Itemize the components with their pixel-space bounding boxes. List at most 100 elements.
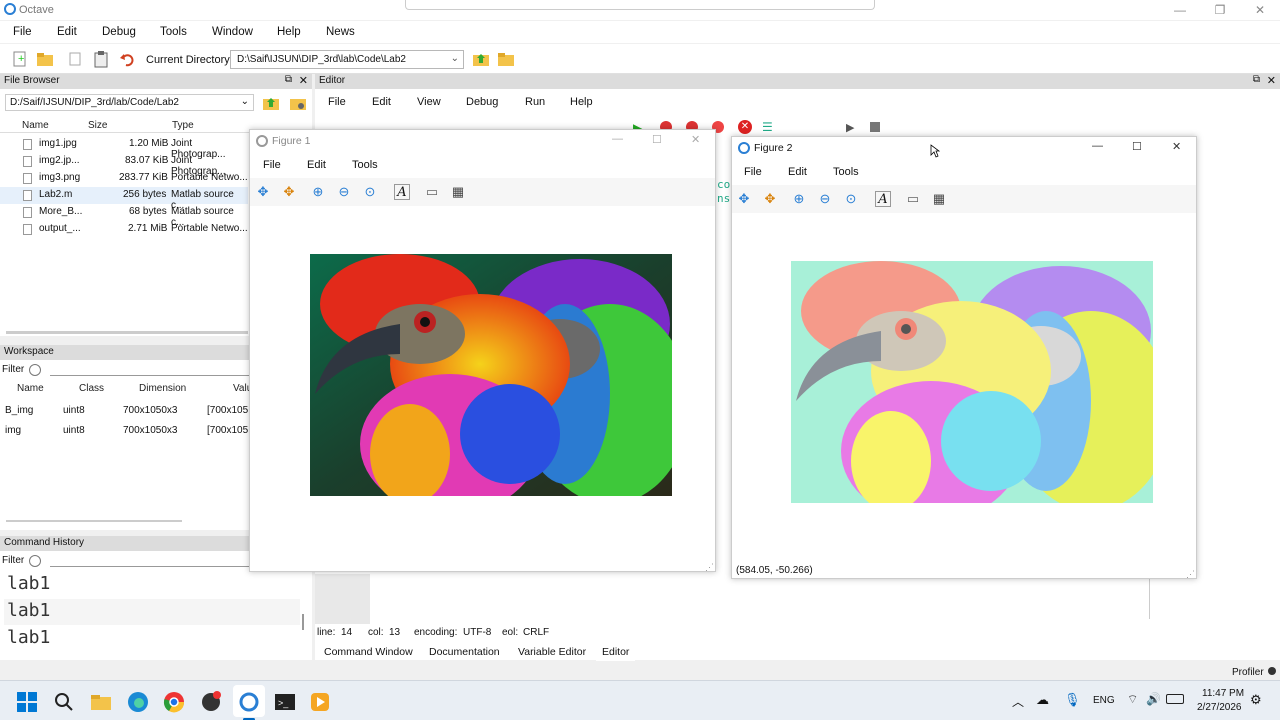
pan-icon[interactable]: ✥ bbox=[255, 184, 271, 200]
zoom-in-icon[interactable]: ⊕ bbox=[791, 191, 807, 207]
workspace-filter-checkbox[interactable] bbox=[29, 364, 41, 376]
settings-gear-icon[interactable]: ⚙ bbox=[1250, 692, 1262, 708]
stop-icon[interactable] bbox=[870, 122, 880, 132]
zoom-out-icon[interactable]: ⊖ bbox=[817, 191, 833, 207]
axes-icon[interactable]: ▭ bbox=[905, 191, 921, 207]
file-browser-path-combobox[interactable]: D:/Saif/IJSUN/DIP_3rd/lab/Code/Lab2 ⌄ bbox=[5, 94, 254, 111]
rotate-icon[interactable]: ✥ bbox=[281, 184, 297, 200]
scrollbar[interactable] bbox=[6, 520, 182, 522]
file-row[interactable]: img3.png 283.77 KiB Portable Netwo... bbox=[0, 170, 248, 187]
axes-icon[interactable]: ▭ bbox=[424, 184, 440, 200]
ws-col-dimension[interactable]: Dimension bbox=[139, 383, 186, 394]
current-dir-combobox[interactable]: D:\Saif\IJSUN\DIP_3rd\lab\Code\Lab2 ⌄ bbox=[230, 50, 464, 69]
menu-tools[interactable]: Tools bbox=[160, 26, 187, 38]
fig1-menu-tools[interactable]: Tools bbox=[352, 159, 378, 171]
col-size[interactable]: Size bbox=[88, 120, 107, 131]
maximize-button[interactable]: ☐ bbox=[1132, 140, 1142, 153]
chevron-up-icon[interactable]: ︿ bbox=[1012, 693, 1024, 710]
history-filter-input[interactable] bbox=[50, 566, 250, 567]
cloud-icon[interactable]: ☁ bbox=[1036, 692, 1049, 708]
wifi-icon[interactable]: ⌔ bbox=[1127, 692, 1138, 707]
maximize-button[interactable]: ☐ bbox=[652, 133, 662, 146]
remove-breakpoints-icon[interactable]: ✕ bbox=[738, 120, 752, 134]
history-filter-checkbox[interactable] bbox=[29, 555, 41, 567]
file-row[interactable]: output_... 2.71 MiB Portable Netwo... bbox=[0, 221, 248, 238]
language-indicator[interactable]: ENG bbox=[1093, 695, 1115, 706]
editor-menu-edit[interactable]: Edit bbox=[372, 96, 391, 108]
edge-browser-icon[interactable] bbox=[127, 691, 149, 713]
fig1-menu-file[interactable]: File bbox=[263, 159, 281, 171]
minimize-button[interactable]: — bbox=[612, 133, 623, 145]
minimize-button[interactable]: — bbox=[1160, 2, 1200, 20]
close-button[interactable]: ✕ bbox=[1172, 140, 1181, 153]
col-type[interactable]: Type bbox=[172, 120, 194, 131]
text-tool-icon[interactable]: A bbox=[394, 184, 410, 200]
parent-folder-icon[interactable] bbox=[262, 94, 280, 112]
copy-icon[interactable] bbox=[66, 50, 84, 68]
editor-menu-debug[interactable]: Debug bbox=[466, 96, 498, 108]
volume-icon[interactable]: 🔊 bbox=[1146, 692, 1161, 706]
editor-menu-file[interactable]: File bbox=[328, 96, 346, 108]
resize-grip-icon[interactable]: ⋰ bbox=[705, 562, 714, 573]
file-row[interactable]: img2.jp... 83.07 KiB Joint Photograp... bbox=[0, 153, 248, 177]
new-script-icon[interactable]: + bbox=[11, 50, 29, 68]
file-row[interactable]: Lab2.m 256 bytes Matlab source c... bbox=[0, 187, 248, 211]
ws-col-class[interactable]: Class bbox=[79, 383, 104, 394]
rotate-icon[interactable]: ✥ bbox=[762, 191, 778, 207]
editor-menu-help[interactable]: Help bbox=[570, 96, 593, 108]
menu-file[interactable]: File bbox=[13, 26, 32, 38]
workspace-filter-input[interactable] bbox=[50, 375, 250, 376]
undo-icon[interactable] bbox=[118, 50, 136, 68]
fig2-menu-file[interactable]: File bbox=[744, 166, 762, 178]
menu-edit[interactable]: Edit bbox=[57, 26, 77, 38]
undock-icon[interactable]: ⧉ bbox=[285, 74, 292, 85]
menu-debug[interactable]: Debug bbox=[102, 26, 136, 38]
fig2-menu-edit[interactable]: Edit bbox=[788, 166, 807, 178]
col-name[interactable]: Name bbox=[22, 120, 49, 131]
terminal-icon[interactable]: >_ bbox=[274, 691, 296, 713]
octave-taskbar-icon[interactable] bbox=[238, 691, 260, 713]
text-tool-icon[interactable]: A bbox=[875, 191, 891, 207]
fig2-menu-tools[interactable]: Tools bbox=[833, 166, 859, 178]
undock-icon[interactable]: ⧉ bbox=[1253, 74, 1260, 85]
microphone-icon[interactable]: 🎙 bbox=[1064, 692, 1081, 708]
close-button[interactable]: ✕ bbox=[1240, 2, 1280, 20]
history-item[interactable]: lab1 bbox=[7, 600, 50, 621]
ws-col-name[interactable]: Name bbox=[17, 383, 44, 394]
tab-variable-editor[interactable]: Variable Editor bbox=[512, 645, 592, 661]
open-folder-icon[interactable] bbox=[36, 50, 54, 68]
search-icon[interactable] bbox=[53, 691, 75, 713]
menu-help[interactable]: Help bbox=[277, 26, 301, 38]
media-player-icon[interactable] bbox=[309, 691, 331, 713]
zoom-auto-icon[interactable]: ⊙ bbox=[362, 184, 378, 200]
battery-icon[interactable] bbox=[1166, 694, 1184, 704]
profiler-label[interactable]: Profiler bbox=[1232, 667, 1264, 678]
grid-icon[interactable]: ▦ bbox=[931, 191, 947, 207]
zoom-auto-icon[interactable]: ⊙ bbox=[843, 191, 859, 207]
zoom-out-icon[interactable]: ⊖ bbox=[336, 184, 352, 200]
scrollbar[interactable] bbox=[302, 614, 304, 630]
file-explorer-icon[interactable] bbox=[90, 691, 112, 713]
paste-icon[interactable] bbox=[92, 50, 110, 68]
clock-date[interactable]: 2/27/2026 bbox=[1197, 702, 1242, 713]
zoom-in-icon[interactable]: ⊕ bbox=[310, 184, 326, 200]
file-row[interactable]: More_B... 68 bytes Matlab source c... bbox=[0, 204, 248, 228]
minimize-button[interactable]: — bbox=[1092, 140, 1103, 152]
history-item[interactable]: lab1 bbox=[7, 573, 50, 594]
editor-menu-view[interactable]: View bbox=[417, 96, 441, 108]
tab-editor[interactable]: Editor bbox=[596, 645, 636, 661]
close-button[interactable]: ✕ bbox=[691, 133, 700, 146]
menu-news[interactable]: News bbox=[326, 26, 355, 38]
browse-dir-icon[interactable] bbox=[497, 50, 515, 68]
fig1-menu-edit[interactable]: Edit bbox=[307, 159, 326, 171]
close-panel-icon[interactable]: ✕ bbox=[1267, 74, 1276, 87]
clock-time[interactable]: 11:47 PM bbox=[1202, 688, 1244, 699]
grid-icon[interactable]: ▦ bbox=[450, 184, 466, 200]
resize-grip-icon[interactable]: ⋰ bbox=[1186, 569, 1195, 580]
editor-menu-run[interactable]: Run bbox=[525, 96, 545, 108]
chrome-browser-icon[interactable] bbox=[163, 691, 185, 713]
menu-window[interactable]: Window bbox=[212, 26, 253, 38]
parent-dir-icon[interactable] bbox=[472, 50, 490, 68]
folder-settings-icon[interactable] bbox=[289, 94, 307, 112]
windows-start-icon[interactable] bbox=[16, 691, 38, 713]
